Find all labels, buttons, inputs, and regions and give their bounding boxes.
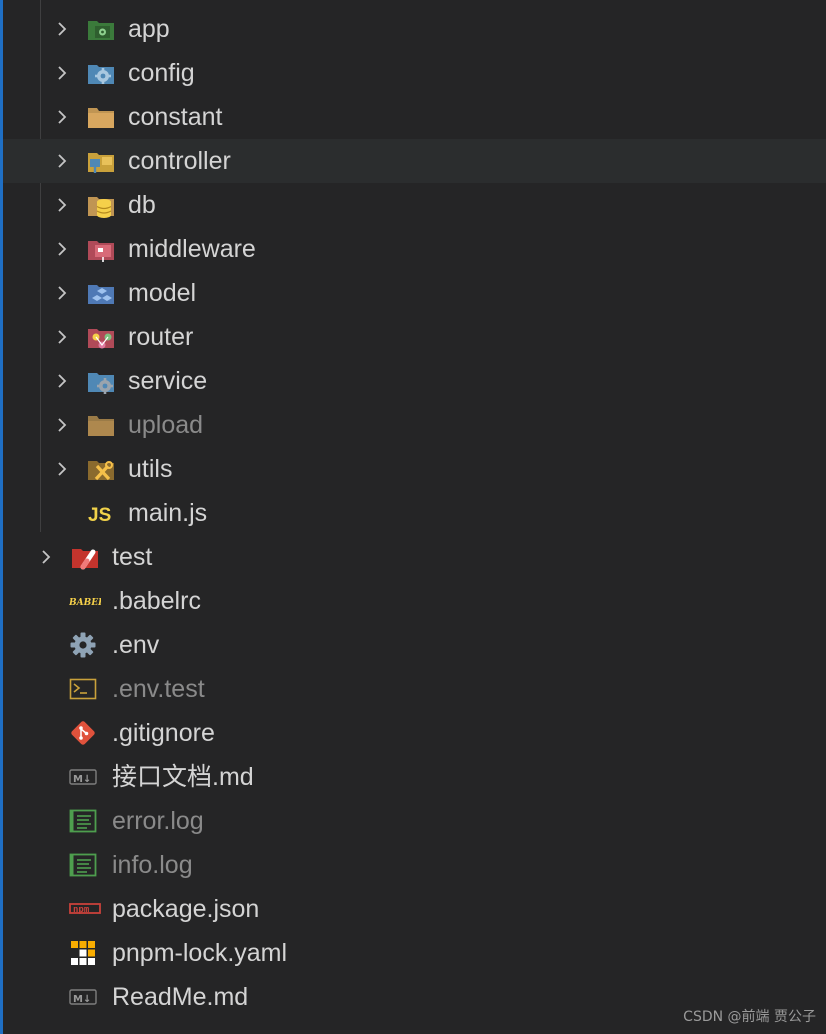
folder-icon <box>88 416 114 436</box>
chevron-right-icon[interactable] <box>54 461 70 477</box>
chevron-right-icon[interactable] <box>54 329 70 345</box>
tree-item-utils[interactable]: utils <box>3 447 826 491</box>
tree-item-label: .env <box>112 631 160 659</box>
tree-item-config[interactable]: config <box>3 51 826 95</box>
chevron-right-icon[interactable] <box>54 417 70 433</box>
folder-db-icon <box>88 197 114 218</box>
log-file-icon <box>69 809 97 833</box>
tree-item-service[interactable]: service <box>3 359 826 403</box>
tree-item-label: .env.test <box>112 675 205 703</box>
tree-item-label: 接口文档.md <box>112 763 254 791</box>
tree-item-pnpm-lock[interactable]: pnpm-lock.yaml <box>3 931 826 975</box>
gear-icon <box>70 632 96 658</box>
tree-item-env[interactable]: .env <box>3 623 826 667</box>
folder-utils-icon <box>88 461 114 481</box>
tree-item-label: .gitignore <box>112 719 215 747</box>
tree-item-label: package.json <box>112 895 260 923</box>
chevron-right-icon[interactable] <box>38 549 54 565</box>
chevron-right-icon[interactable] <box>54 109 70 125</box>
chevron-right-icon[interactable] <box>54 241 70 257</box>
tree-item-label: middleware <box>128 235 256 263</box>
tree-item-label: info.log <box>112 851 193 879</box>
tree-item-db[interactable]: db <box>3 183 826 227</box>
chevron-right-icon[interactable] <box>54 65 70 81</box>
pnpm-file-icon <box>71 941 95 965</box>
tree-item-babelrc[interactable]: BABEL .babelrc <box>3 579 826 623</box>
chevron-right-icon[interactable] <box>54 285 70 301</box>
tree-item-label: db <box>128 191 156 219</box>
folder-model-icon <box>88 285 114 304</box>
javascript-file-icon: JS <box>88 505 111 526</box>
tree-item-middleware[interactable]: middleware <box>3 227 826 271</box>
svg-text:JS: JS <box>88 505 111 526</box>
chevron-right-icon[interactable] <box>54 197 70 213</box>
tree-item-label: constant <box>128 103 223 131</box>
tree-item-label: test <box>112 543 153 571</box>
terminal-file-icon <box>69 678 97 700</box>
svg-text:M↓: M↓ <box>73 774 91 785</box>
svg-text:BABEL: BABEL <box>69 598 101 608</box>
tree-item-api-doc-md[interactable]: M↓ 接口文档.md <box>3 755 826 799</box>
svg-text:npm: npm <box>73 905 90 915</box>
tree-item-controller[interactable]: controller <box>3 139 826 183</box>
tree-item-label: pnpm-lock.yaml <box>112 939 288 967</box>
tree-item-label: model <box>128 279 197 307</box>
tree-item-test[interactable]: test <box>3 535 826 579</box>
folder-test-icon <box>72 549 98 570</box>
tree-item-label: service <box>128 367 208 395</box>
git-file-icon <box>71 721 95 745</box>
markdown-file-icon: M↓ <box>69 769 97 785</box>
tree-item-main-js[interactable]: JS main.js <box>3 491 826 535</box>
tree-item-label: app <box>128 15 170 43</box>
markdown-file-icon: M↓ <box>69 989 97 1005</box>
folder-app-icon <box>88 21 114 40</box>
tree-item-constant[interactable]: constant <box>3 95 826 139</box>
tree-item-error-log[interactable]: error.log <box>3 799 826 843</box>
npm-file-icon: npm <box>69 903 101 915</box>
tree-item-label: controller <box>128 147 231 175</box>
tree-item-label: ReadMe.md <box>112 983 249 1011</box>
tree-item-label: .babelrc <box>112 587 201 615</box>
folder-icon <box>88 108 114 128</box>
folder-middleware-icon <box>88 241 114 262</box>
tree-item-package-json[interactable]: npm package.json <box>3 887 826 931</box>
tree-item-info-log[interactable]: info.log <box>3 843 826 887</box>
watermark: CSDN @前端 贾公子 <box>683 1009 816 1025</box>
tree-item-app[interactable]: app <box>3 7 826 51</box>
file-explorer: app config constant controller db middle… <box>0 0 826 1034</box>
tree-item-router[interactable]: router <box>3 315 826 359</box>
chevron-right-icon[interactable] <box>54 373 70 389</box>
folder-controller-icon <box>88 153 114 173</box>
log-file-icon <box>69 853 97 877</box>
svg-text:M↓: M↓ <box>73 994 91 1005</box>
tree-item-upload[interactable]: upload <box>3 403 826 447</box>
tree-item-label: utils <box>128 455 173 483</box>
tree-item-label: error.log <box>112 807 204 835</box>
chevron-right-icon[interactable] <box>54 153 70 169</box>
tree-item-model[interactable]: model <box>3 271 826 315</box>
babel-file-icon: BABEL <box>69 598 101 608</box>
tree-item-gitignore[interactable]: .gitignore <box>3 711 826 755</box>
chevron-right-icon[interactable] <box>54 21 70 37</box>
tree-item-label: router <box>128 323 194 351</box>
tree-item-label: config <box>128 59 195 87</box>
folder-config-icon <box>88 65 114 84</box>
folder-service-icon <box>88 373 114 394</box>
tree-item-label: upload <box>128 411 204 439</box>
folder-router-icon <box>88 329 114 349</box>
tree-item-label: main.js <box>128 499 208 527</box>
tree-item-env-test[interactable]: .env.test <box>3 667 826 711</box>
